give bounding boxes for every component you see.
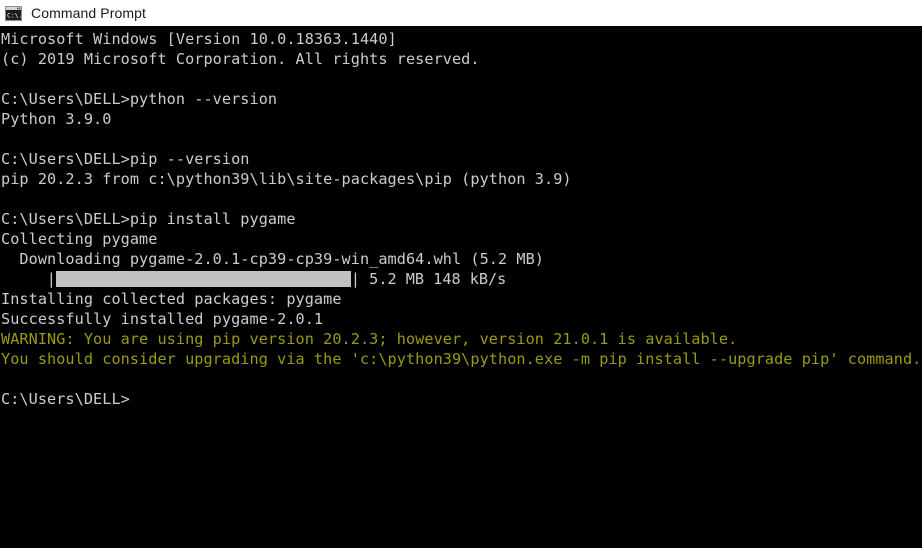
progress-bar-fill xyxy=(55,271,351,287)
console-output-line: Microsoft Windows [Version 10.0.18363.14… xyxy=(1,30,397,48)
console-output-line: Installing collected packages: pygame xyxy=(1,290,342,308)
console-output-line: (c) 2019 Microsoft Corporation. All righ… xyxy=(1,50,480,68)
console-output-line: pip 20.2.3 from c:\python39\lib\site-pac… xyxy=(1,170,572,188)
window-titlebar[interactable]: C:\. Command Prompt xyxy=(0,0,922,26)
console-output-line: Collecting pygame xyxy=(1,230,158,248)
window-title: Command Prompt xyxy=(31,5,146,21)
console-warning-line: You should consider upgrading via the 'c… xyxy=(1,350,922,368)
console-prompt-line: C:\Users\DELL>python --version xyxy=(1,90,278,108)
download-progress-line: | | 5.2 MB 148 kB/s xyxy=(0,269,922,289)
progress-stats: 5.2 MB 148 kB/s xyxy=(360,270,507,288)
console-warning-line: WARNING: You are using pip version 20.2.… xyxy=(1,330,738,348)
console-output-area[interactable]: Microsoft Windows [Version 10.0.18363.14… xyxy=(0,26,922,548)
console-output-line: Downloading pygame-2.0.1-cp39-cp39-win_a… xyxy=(1,250,545,268)
progress-bar xyxy=(55,271,351,287)
progress-left-bracket: | xyxy=(46,270,56,288)
console-output-line: Successfully installed pygame-2.0.1 xyxy=(1,310,324,328)
progress-right-bracket: | xyxy=(350,270,361,288)
console-prompt-line: C:\Users\DELL>pip --version xyxy=(1,150,250,168)
cmd-icon: C:\. xyxy=(5,5,22,21)
console-output-line: Python 3.9.0 xyxy=(1,110,112,128)
console-prompt-line: C:\Users\DELL>pip install pygame xyxy=(1,210,296,228)
svg-text:C:\.: C:\. xyxy=(7,11,22,19)
console-prompt-line: C:\Users\DELL> xyxy=(1,390,130,408)
progress-indent xyxy=(1,270,47,288)
